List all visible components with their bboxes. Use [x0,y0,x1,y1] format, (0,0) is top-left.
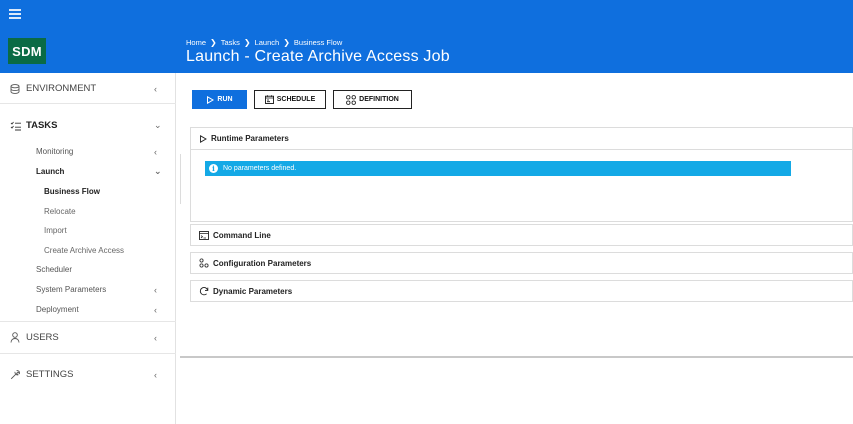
breadcrumb-separator-icon: ❯ [210,38,217,47]
breadcrumb-launch[interactable]: Launch [255,38,280,47]
definition-icon [346,94,356,105]
sidebar-label-business-flow: Business Flow [44,187,101,196]
sidebar-item-business-flow[interactable]: Business Flow [0,187,176,196]
top-header: SDM Home ❯ Tasks ❯ Launch ❯ Business Flo… [0,0,853,73]
sidebar-label-create-archive-access: Create Archive Access [44,246,125,255]
terminal-icon [199,230,209,240]
breadcrumb-home[interactable]: Home [186,38,206,47]
sidebar-label-scheduler: Scheduler [36,265,73,274]
sidebar: ENVIRONMENT ‹ TASKS ⌄ Monitoring ‹ Launc… [0,73,176,424]
expand-triangle-icon [199,134,207,143]
command-line-header[interactable]: Command Line [190,224,853,246]
configuration-parameters-label: Configuration Parameters [213,258,312,268]
sidebar-item-tasks[interactable]: TASKS ⌄ [10,120,186,131]
sidebar-item-monitoring[interactable]: Monitoring ‹ [0,146,176,157]
sidebar-item-create-archive-access[interactable]: Create Archive Access [0,246,176,255]
database-icon [10,83,22,94]
page-title: Launch - Create Archive Access Job [186,48,450,65]
sidebar-divider [0,321,176,322]
info-message-text: No parameters defined. [223,165,297,172]
run-button-label: RUN [217,96,233,103]
chevron-down-icon: ⌄ [154,166,162,176]
sidebar-item-deployment[interactable]: Deployment ‹ [0,304,176,315]
breadcrumb-tasks[interactable]: Tasks [221,38,240,47]
wrench-icon [10,369,22,380]
runtime-parameters-header[interactable]: Runtime Parameters [190,127,853,150]
user-icon [10,332,22,343]
refresh-icon [199,286,209,296]
breadcrumb: Home ❯ Tasks ❯ Launch ❯ Business Flow [186,38,342,47]
chevron-left-icon: ‹ [154,146,157,157]
schedule-button-label: SCHEDULE [276,96,316,103]
sidebar-label-relocate: Relocate [44,207,76,216]
chevron-left-icon: ‹ [154,284,157,295]
sidebar-item-settings[interactable]: SETTINGS ‹ [10,369,186,380]
sidebar-item-relocate[interactable]: Relocate [0,207,176,216]
command-line-label: Command Line [213,230,271,240]
calendar-icon [264,95,274,104]
chevron-left-icon: ‹ [154,83,157,94]
info-icon: i [209,164,218,173]
sidebar-label-monitoring: Monitoring [36,147,74,156]
sidebar-item-scheduler[interactable]: Scheduler [0,265,176,274]
chevron-left-icon: ‹ [154,332,157,343]
sidebar-label-environment: ENVIRONMENT [26,83,97,94]
sidebar-divider [0,103,176,104]
hamburger-menu-icon[interactable] [9,9,21,19]
sidebar-item-import[interactable]: Import [0,226,176,235]
sidebar-label-tasks: TASKS [26,120,58,131]
breadcrumb-business-flow: Business Flow [293,38,343,47]
sidebar-item-users[interactable]: USERS ‹ [10,332,186,343]
sidebar-item-launch[interactable]: Launch ⌄ [0,166,176,176]
run-button[interactable]: RUN [192,90,247,109]
sidebar-item-environment[interactable]: ENVIRONMENT ‹ [10,83,186,94]
dynamic-parameters-label: Dynamic Parameters [213,286,293,296]
definition-button[interactable]: DEFINITION [333,90,412,109]
sidebar-item-system-parameters[interactable]: System Parameters ‹ [0,284,176,295]
sidebar-label-launch: Launch [36,167,65,176]
app-logo: SDM [8,38,46,64]
schedule-button[interactable]: SCHEDULE [254,90,326,109]
chevron-left-icon: ‹ [154,304,157,315]
breadcrumb-separator-icon: ❯ [243,38,251,47]
configuration-parameters-header[interactable]: Configuration Parameters [190,252,853,274]
sidebar-label-deployment: Deployment [36,305,79,314]
panel-edge [180,154,181,204]
definition-button-label: DEFINITION [359,96,399,103]
play-icon [206,95,215,104]
configuration-icon [199,258,209,268]
sidebar-label-system-parameters: System Parameters [36,285,107,294]
sidebar-label-import: Import [44,226,67,235]
sidebar-divider [0,353,176,354]
breadcrumb-separator-icon: ❯ [283,38,290,47]
info-message-bar: i No parameters defined. [205,161,791,176]
runtime-parameters-label: Runtime Parameters [211,134,289,143]
dynamic-parameters-header[interactable]: Dynamic Parameters [190,280,853,302]
sidebar-label-users: USERS [26,332,59,343]
chevron-left-icon: ‹ [154,369,157,380]
tasks-list-icon [10,121,22,131]
sidebar-label-settings: SETTINGS [26,369,74,380]
chevron-down-icon: ⌄ [154,120,162,130]
